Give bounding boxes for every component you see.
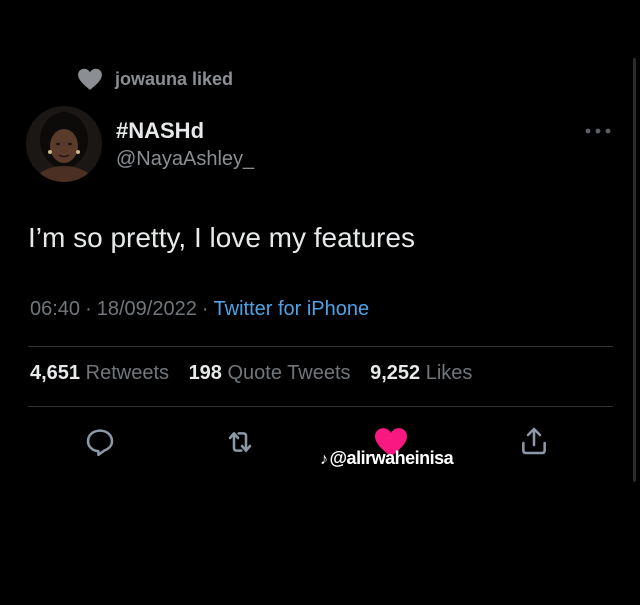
divider bbox=[28, 346, 613, 347]
share-icon[interactable] bbox=[518, 424, 550, 458]
tweet-stats: 4,651 Retweets 198 Quote Tweets 9,252 Li… bbox=[30, 362, 486, 385]
divider bbox=[28, 406, 613, 407]
tweet-meta: 06:40 · 18/09/2022 · Twitter for iPhone bbox=[30, 298, 369, 321]
retweets-label[interactable]: Retweets bbox=[86, 362, 169, 384]
author-info[interactable]: #NASHd @NayaAshley_ bbox=[116, 118, 254, 172]
likes-count[interactable]: 9,252 bbox=[370, 362, 420, 384]
watermark-text: @alirwaheinisa bbox=[329, 448, 454, 468]
scrollbar[interactable] bbox=[633, 58, 636, 482]
user-handle[interactable]: @NayaAshley_ bbox=[116, 146, 254, 172]
likes-label[interactable]: Likes bbox=[426, 362, 473, 384]
quotes-label[interactable]: Quote Tweets bbox=[228, 362, 351, 384]
reply-icon[interactable] bbox=[84, 426, 116, 458]
watermark: ♪ @alirwaheinisa bbox=[320, 448, 454, 469]
tweet-time[interactable]: 06:40 bbox=[30, 298, 80, 320]
liked-by-text[interactable]: jowauna liked bbox=[115, 69, 233, 90]
avatar[interactable] bbox=[26, 106, 102, 182]
tweet-screenshot: jowauna liked #NASHd @NayaAshley_ I’m so… bbox=[0, 0, 640, 605]
tweet-source[interactable]: Twitter for iPhone bbox=[214, 298, 370, 320]
tweet-date[interactable]: 18/09/2022 bbox=[97, 298, 197, 320]
retweets-count[interactable]: 4,651 bbox=[30, 362, 80, 384]
retweet-icon[interactable] bbox=[222, 426, 258, 458]
more-icon[interactable] bbox=[584, 126, 612, 136]
social-context: jowauna liked bbox=[77, 66, 233, 92]
avatar-image bbox=[26, 106, 102, 182]
tweet-text: I’m so pretty, I love my features bbox=[28, 222, 415, 253]
meta-separator: · bbox=[85, 298, 92, 320]
tiktok-icon: ♪ bbox=[320, 451, 328, 468]
quotes-count[interactable]: 198 bbox=[189, 362, 222, 384]
display-name[interactable]: #NASHd bbox=[116, 118, 254, 144]
meta-separator: · bbox=[201, 298, 209, 320]
heart-icon bbox=[78, 68, 102, 90]
